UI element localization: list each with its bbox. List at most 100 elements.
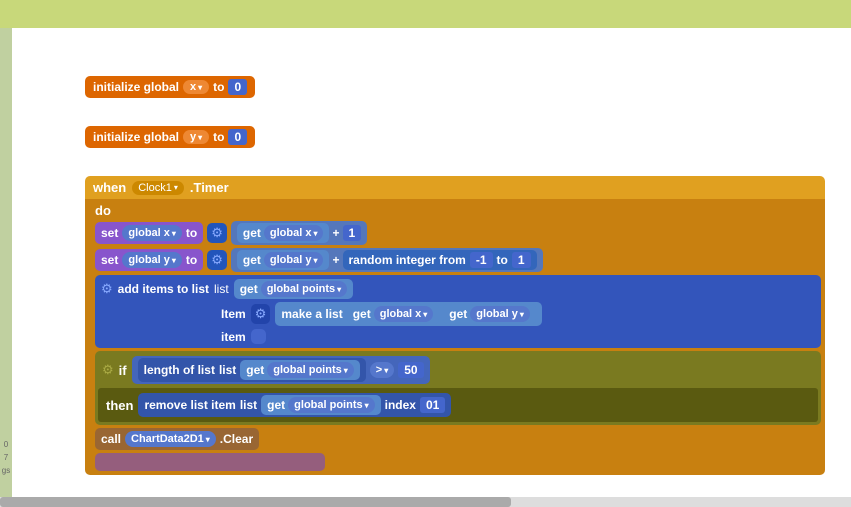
remove-label: remove list item [144, 398, 235, 412]
get-x-inner[interactable]: get global x ▾ [237, 223, 330, 243]
call-component[interactable]: ChartData2D1 ▾ [125, 431, 216, 447]
get-y-get: get [243, 253, 261, 267]
add-items-container: ⚙ add items to list list get global poin… [95, 275, 821, 348]
remove-index-val[interactable]: 01 [420, 397, 445, 413]
make-list-x-var[interactable]: global x ▾ [374, 306, 434, 322]
get-y-var[interactable]: global y ▾ [264, 252, 324, 268]
add-items-item2-row: item [221, 329, 815, 344]
plus-y-block[interactable]: get global y ▾ + random integer from -1 … [231, 248, 543, 272]
add-items-get-label: get [240, 282, 258, 296]
scrollbar-horizontal[interactable] [0, 497, 851, 507]
if-block-container: ⚙ if length of list list get global poin… [95, 351, 821, 425]
get-x-var[interactable]: global x ▾ [264, 225, 324, 241]
add-items-list-label: list [214, 282, 229, 296]
do-section: do set global x ▾ to ⚙ get [85, 199, 825, 475]
init-x-to: to [213, 80, 224, 94]
make-list-get-x-label: get [353, 307, 371, 321]
item2-notch [251, 329, 266, 344]
plus-x-val[interactable]: 1 [343, 225, 362, 241]
length-block[interactable]: length of list list get global points ▾ [138, 358, 366, 382]
clock-pill[interactable]: Clock1 ▾ [132, 181, 184, 195]
gt-block[interactable]: length of list list get global points ▾ [132, 356, 430, 384]
gt-operator[interactable]: > ▾ [370, 362, 394, 378]
init-y-value[interactable]: 0 [228, 129, 247, 145]
add-items-item1-row: Item ⚙ make a list get global x ▾ [221, 302, 815, 326]
set-y-row: set global y ▾ to ⚙ get global y ▾ [95, 248, 821, 272]
init-x-label: initialize global [93, 80, 179, 94]
set-y-set: set [101, 253, 118, 267]
do-label: do [95, 203, 821, 218]
make-list-label: make a list [281, 307, 342, 321]
remove-get-label: get [267, 398, 285, 412]
plus-y-op: + [332, 253, 339, 267]
canvas: 0 7 gs initialize global x ▾ to 0 initia… [0, 28, 851, 507]
set-x-to: to [186, 226, 197, 240]
length-get-label: get [246, 363, 264, 377]
set-x-gear: ⚙ [207, 223, 227, 243]
init-y-var[interactable]: y ▾ [183, 130, 209, 144]
set-y-var[interactable]: global y ▾ [122, 252, 182, 268]
remove-get[interactable]: get global points ▾ [261, 395, 380, 415]
then-section: then remove list item list get global po… [98, 388, 818, 422]
gutter-label-1: 0 [4, 440, 8, 449]
init-x-value[interactable]: 0 [228, 79, 247, 95]
add-items-list-var[interactable]: global points ▾ [261, 281, 347, 297]
random-from[interactable]: -1 [470, 252, 493, 268]
random-label: random integer from [349, 253, 466, 267]
random-block[interactable]: random integer from -1 to 1 [343, 250, 537, 270]
if-header-row: ⚙ if length of list list get global poin… [98, 354, 818, 386]
gt-value[interactable]: 50 [398, 362, 423, 378]
random-to-val[interactable]: 1 [512, 252, 531, 268]
call-block[interactable]: call ChartData2D1 ▾ .Clear [95, 428, 259, 450]
init-x-var[interactable]: x ▾ [183, 80, 209, 94]
add-items-header: ⚙ add items to list list get global poin… [101, 279, 815, 299]
set-y-gear: ⚙ [207, 250, 227, 270]
scrollbar-thumb[interactable] [0, 497, 511, 507]
plus-x-block[interactable]: get global x ▾ + 1 [231, 221, 367, 245]
call-label: call [101, 432, 121, 446]
if-gear-icon: ⚙ [102, 362, 114, 378]
call-method: .Clear [220, 432, 253, 446]
init-y-block[interactable]: initialize global y ▾ to 0 [85, 126, 255, 148]
set-x-row: set global x ▾ to ⚙ get global x ▾ [95, 221, 821, 245]
add-items-label: add items to list [118, 282, 209, 296]
init-y-to: to [213, 130, 224, 144]
item2-label: item [221, 330, 246, 344]
make-list-block[interactable]: make a list get global x ▾ get global y [275, 302, 542, 326]
add-items-get[interactable]: get global points ▾ [234, 279, 353, 299]
make-list-y-var[interactable]: global y ▾ [470, 306, 530, 322]
then-row: then remove list item list get global po… [102, 391, 814, 419]
when-container: when Clock1 ▾ .Timer do set global x ▾ t… [85, 176, 825, 475]
gutter-label-2: 7 [4, 453, 8, 462]
remove-list-var[interactable]: global points ▾ [288, 397, 374, 413]
random-to-label: to [497, 253, 508, 267]
length-label: length of list [144, 363, 215, 377]
make-list-get-x[interactable]: get global x ▾ [347, 304, 440, 324]
timer-label: .Timer [190, 180, 229, 195]
init-y-label: initialize global [93, 130, 179, 144]
get-x-get: get [243, 226, 261, 240]
then-label: then [106, 398, 133, 413]
left-gutter: 0 7 gs [0, 28, 12, 507]
partial-block [95, 453, 325, 471]
set-x-set: set [101, 226, 118, 240]
remove-block[interactable]: remove list item list get global points … [138, 393, 451, 417]
if-label: if [119, 363, 127, 378]
set-x-var[interactable]: global x ▾ [122, 225, 182, 241]
set-x-block[interactable]: set global x ▾ to [95, 222, 203, 244]
length-list-label: list [219, 363, 236, 377]
top-bar [0, 0, 851, 28]
item1-gear: ⚙ [251, 304, 271, 324]
length-get[interactable]: get global points ▾ [240, 360, 359, 380]
add-items-gear-icon: ⚙ [101, 281, 113, 297]
make-list-get-y[interactable]: get global y ▾ [443, 304, 536, 324]
remove-list-label: list [240, 398, 257, 412]
set-y-block[interactable]: set global y ▾ to [95, 249, 203, 271]
item1-label: Item [221, 307, 246, 321]
remove-index-label: index [385, 398, 416, 412]
init-x-block[interactable]: initialize global x ▾ to 0 [85, 76, 255, 98]
get-y-inner[interactable]: get global y ▾ [237, 250, 330, 270]
length-list-var[interactable]: global points ▾ [267, 362, 353, 378]
plus-x-op: + [332, 226, 339, 240]
set-y-to: to [186, 253, 197, 267]
